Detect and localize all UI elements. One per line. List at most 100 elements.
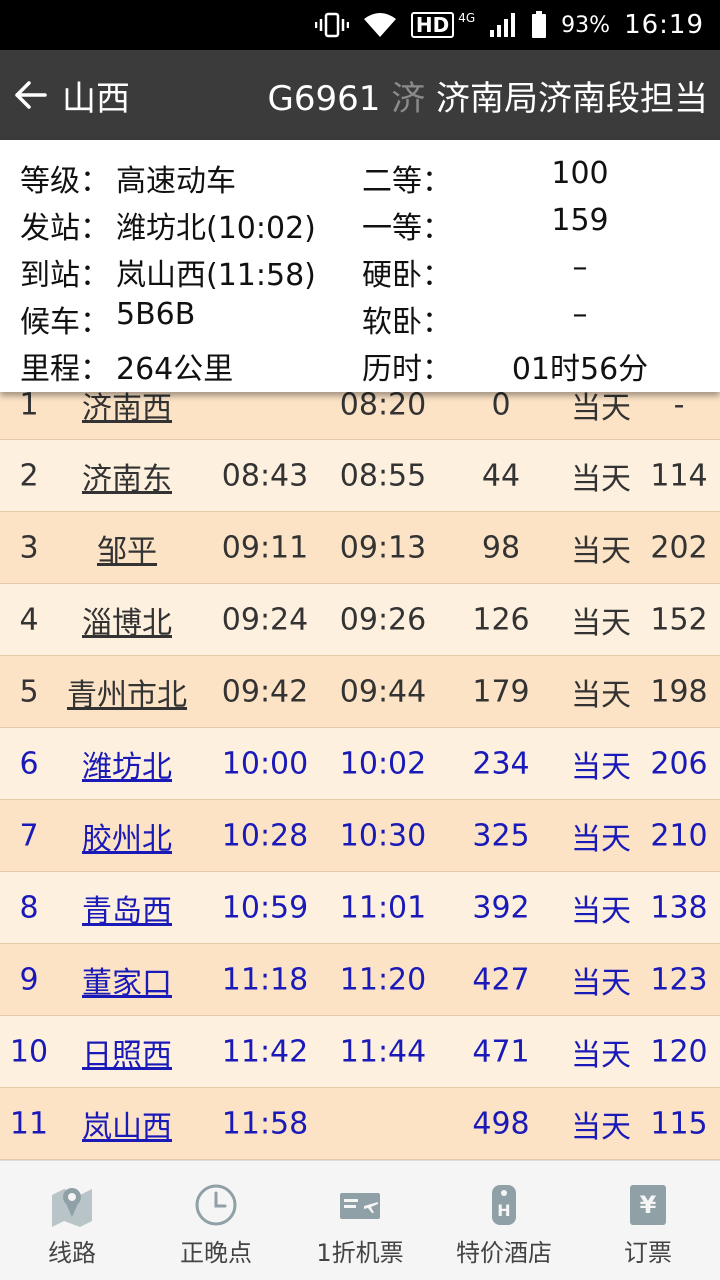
day-label: 当天: [571, 749, 631, 785]
distance-km: 44: [481, 458, 521, 493]
speed-value: 210: [650, 818, 708, 853]
speed-value: 152: [650, 602, 708, 637]
stop-number: 11: [9, 1106, 49, 1141]
info-value: 岚山西(11:58): [116, 258, 316, 293]
departure-time: 08:55: [339, 458, 427, 493]
back-button[interactable]: [0, 50, 62, 140]
arrival-time: 09:24: [221, 602, 309, 637]
marquee-fade-text: 济: [391, 78, 426, 119]
day-label: 当天: [571, 965, 631, 1001]
distance-km: 98: [481, 530, 521, 565]
table-row[interactable]: 6 潍坊北 10:00 10:02 234 当天 206: [0, 728, 720, 800]
stop-number: 1: [19, 387, 39, 422]
speed-value: 206: [650, 746, 708, 781]
back-arrow-icon: [15, 81, 47, 109]
hotel-tag-icon: H: [482, 1183, 526, 1227]
station-name-link[interactable]: 济南东: [58, 454, 196, 498]
info-label: 二等：: [362, 164, 452, 199]
speed-value: 115: [650, 1106, 708, 1141]
table-row[interactable]: 7 胶州北 10:28 10:30 325 当天 210: [0, 800, 720, 872]
stop-number: 4: [19, 602, 39, 637]
info-label: 软卧：: [362, 305, 452, 340]
nav-booking[interactable]: ¥ 订票: [576, 1161, 720, 1280]
clock-time: 16:19: [624, 10, 704, 40]
info-value: –: [572, 297, 588, 332]
day-label: 当天: [571, 605, 631, 641]
day-label: 当天: [571, 893, 631, 929]
station-name-link[interactable]: 日照西: [58, 1030, 196, 1074]
nav-hotel[interactable]: H 特价酒店: [432, 1161, 576, 1280]
distance-km: 471: [472, 1034, 530, 1069]
station-name-link[interactable]: 岚山西: [58, 1102, 196, 1146]
nav-label: 线路: [48, 1239, 96, 1267]
station-name-link[interactable]: 邹平: [58, 526, 196, 570]
departure-time: 09:26: [339, 602, 427, 637]
station-name-link[interactable]: 青岛西: [58, 886, 196, 930]
nav-flight[interactable]: 1折机票: [288, 1161, 432, 1280]
nav-punctuality[interactable]: 正晚点: [144, 1161, 288, 1280]
wifi-icon: [363, 12, 397, 38]
info-value: 159: [551, 203, 609, 238]
station-name-link[interactable]: 淄博北: [58, 598, 196, 642]
speed-value: 202: [650, 530, 708, 565]
clock-icon: [194, 1183, 238, 1227]
info-row: 到站： 岚山西(11:58) 硬卧： –: [0, 244, 720, 293]
info-value: –: [572, 250, 588, 285]
departure-time: 10:30: [339, 818, 427, 853]
departure-time: 09:44: [339, 674, 427, 709]
stop-number: 3: [19, 530, 39, 565]
signal-icon: [489, 12, 517, 38]
distance-km: 392: [472, 890, 530, 925]
info-label: 硬卧：: [362, 258, 452, 293]
stop-number: 9: [19, 962, 39, 997]
arrival-time: 08:43: [221, 458, 309, 493]
departure-time: 11:01: [339, 890, 427, 925]
station-name-link[interactable]: 胶州北: [58, 814, 196, 858]
nav-route[interactable]: 线路: [0, 1161, 144, 1280]
station-name-link[interactable]: 董家口: [58, 958, 196, 1002]
day-label: 当天: [571, 461, 631, 497]
stop-number: 8: [19, 890, 39, 925]
departure-time: 09:13: [339, 530, 427, 565]
info-value: 潍坊北(10:02): [116, 211, 316, 246]
info-value: 5B6B: [116, 297, 196, 332]
stop-number: 7: [19, 818, 39, 853]
title-station-marquee: 山西: [62, 78, 130, 119]
operator-text: 济南局济南段担当: [425, 78, 708, 119]
station-name-link[interactable]: 潍坊北: [58, 742, 196, 786]
speed-value: -: [673, 387, 685, 422]
timetable: 1 济南西 08:20 0 当天 -2 济南东 08:43 08:55 44 当天 114 3 邹平 09:…: [0, 370, 720, 1160]
yen-ticket-icon: ¥: [626, 1183, 670, 1227]
plane-ticket-icon: [338, 1183, 382, 1227]
departure-time: 10:02: [339, 746, 427, 781]
arrival-time: 11:42: [221, 1034, 309, 1069]
title-bar: 山西 G6961 济 济南局济南段担当: [0, 50, 720, 140]
svg-text:¥: ¥: [640, 1191, 657, 1219]
table-row[interactable]: 5 青州市北 09:42 09:44 179 当天 198: [0, 656, 720, 728]
departure-time: 11:20: [339, 962, 427, 997]
speed-value: 114: [650, 458, 708, 493]
info-value: 100: [551, 156, 609, 191]
distance-km: 427: [472, 962, 530, 997]
vibrate-icon: [314, 12, 349, 38]
day-label: 当天: [571, 677, 631, 713]
arrival-time: 10:28: [221, 818, 309, 853]
station-name-link[interactable]: 青州市北: [58, 670, 196, 714]
table-row[interactable]: 10 日照西 11:42 11:44 471 当天 120: [0, 1016, 720, 1088]
info-value: 高速动车: [116, 164, 236, 199]
departure-time: 11:44: [339, 1034, 427, 1069]
stop-number: 6: [19, 746, 39, 781]
table-row[interactable]: 4 淄博北 09:24 09:26 126 当天 152: [0, 584, 720, 656]
hd-badge: HD: [410, 12, 455, 38]
info-row: 里程： 264公里 历时： 01时56分: [0, 338, 720, 387]
table-row[interactable]: 8 青岛西 10:59 11:01 392 当天 138: [0, 872, 720, 944]
distance-km: 325: [472, 818, 530, 853]
speed-value: 123: [650, 962, 708, 997]
table-row[interactable]: 11 岚山西 11:58 498 当天 115: [0, 1088, 720, 1160]
table-row[interactable]: 3 邹平 09:11 09:13 98 当天 202: [0, 512, 720, 584]
svg-text:H: H: [497, 1201, 510, 1220]
table-row[interactable]: 9 董家口 11:18 11:20 427 当天 123: [0, 944, 720, 1016]
table-row[interactable]: 2 济南东 08:43 08:55 44 当天 114: [0, 440, 720, 512]
nav-label: 正晚点: [180, 1239, 252, 1267]
arrival-time: 10:00: [221, 746, 309, 781]
